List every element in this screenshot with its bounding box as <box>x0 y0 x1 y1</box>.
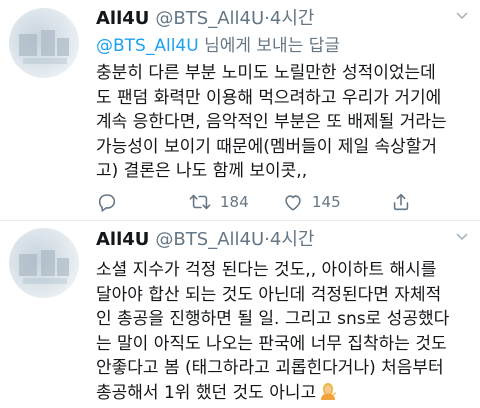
tweet[interactable]: All4U @BTS_All4U·4시간 @BTS_All4U 님에게 보내는 답… <box>0 0 480 220</box>
reply-handle-link[interactable]: @BTS_All4U <box>96 36 199 56</box>
reply-context: @BTS_All4U 님에게 보내는 답글 <box>96 34 340 58</box>
tweet[interactable]: All4U @BTS_All4U·4시간 소셜 지수가 걱정 된다는 것도,, 아… <box>0 222 480 408</box>
tweet-line: 고) 결론은 나도 함께 보이콧,, <box>96 161 308 181</box>
tweet-line: 소셜 지수가 걱정 된다는 것도,, 아이하트 해시를 <box>96 260 437 280</box>
user-handle[interactable]: @BTS_All4U <box>155 8 264 29</box>
heart-icon <box>285 195 301 211</box>
chevron-down-icon[interactable] <box>456 231 468 243</box>
tweet-text: 소셜 지수가 걱정 된다는 것도,, 아이하트 해시를 달아야 합산 되는 것도… <box>96 258 468 405</box>
retweet-button[interactable]: 184 <box>188 190 249 214</box>
tweet-line: 도 팬덤 화력만 이용해 먹으려하고 우리가 거기에 <box>96 87 442 108</box>
tweet-line: 달아야 합산 되는 것도 아닌데 걱정된다면 자체적 <box>96 284 442 305</box>
display-name[interactable]: All4U <box>96 229 149 250</box>
tweet-header: All4U @BTS_All4U·4시간 <box>96 227 314 253</box>
chevron-down-icon[interactable] <box>456 10 468 22</box>
reply-text: 님에게 보내는 답글 <box>204 36 341 56</box>
reply-button[interactable] <box>96 190 118 214</box>
like-button[interactable]: 145 <box>282 190 341 214</box>
timestamp[interactable]: 4시간 <box>270 8 315 29</box>
tweet-line: 는 말이 아직도 나오는 판국에 너무 집착하는 것도 <box>96 333 447 354</box>
share-icon <box>393 193 409 211</box>
tweet-line: 가능성이 보이기 때문에(멤버들이 제일 속상할거 <box>96 136 438 157</box>
tweet-line: 계속 응한다면, 음악적인 부분은 또 배제될 거라는 <box>96 112 447 132</box>
tweet-line: 충분히 다른 부분 노미도 노릴만한 성적이었는데 <box>96 63 436 83</box>
tweet-header: All4U @BTS_All4U·4시간 <box>96 6 314 32</box>
tweet-text: 충분히 다른 부분 노미도 노릴만한 성적이었는데 도 팬덤 화력만 이용해 먹… <box>96 61 468 184</box>
tweet-line: 안좋다고 봄 (태그하라고 괴롭힌다거나) 처음부터 <box>96 358 444 378</box>
display-name[interactable]: All4U <box>96 8 149 29</box>
avatar[interactable] <box>9 228 79 298</box>
tweet-line: 총공해서 1위 했던 것도 아니고 <box>96 382 317 403</box>
reply-icon <box>98 194 116 212</box>
tweet-line: 인 총공을 진행하면 될 일. 그리고 sns로 성공했다 <box>96 309 450 329</box>
share-button[interactable] <box>390 190 412 214</box>
avatar[interactable] <box>9 8 79 78</box>
user-handle[interactable]: @BTS_All4U <box>155 229 264 250</box>
retweet-icon <box>189 194 211 210</box>
tweet-actions: 184 145 <box>96 190 436 214</box>
person-tipping-hand-emoji <box>321 382 337 400</box>
like-count: 145 <box>312 193 341 211</box>
timestamp[interactable]: 4시간 <box>270 229 315 250</box>
tweet-line-last: 총공해서 1위 했던 것도 아니고 <box>96 381 468 406</box>
retweet-count: 184 <box>220 193 249 211</box>
tweet-divider <box>0 220 480 221</box>
